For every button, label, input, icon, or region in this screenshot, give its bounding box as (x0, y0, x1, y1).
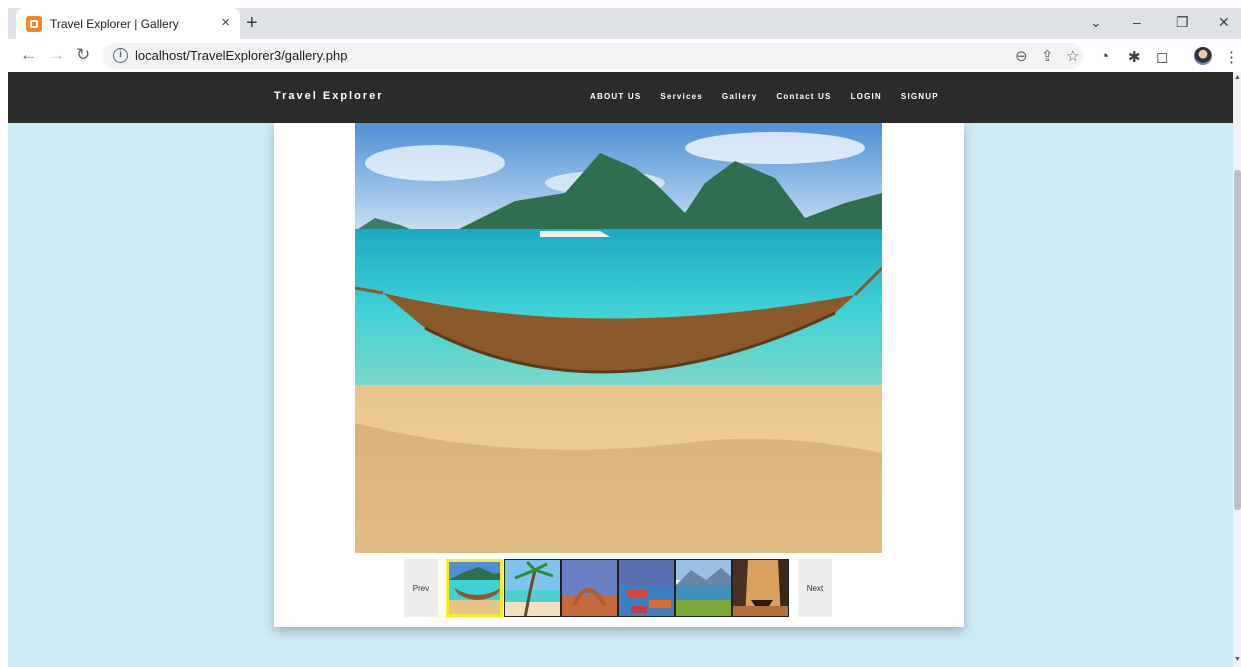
nav-contact-us[interactable]: Contact US (776, 92, 831, 101)
site-info-icon[interactable]: i (113, 48, 128, 63)
nav-services[interactable]: Services (660, 92, 703, 101)
next-button[interactable]: Next (798, 559, 832, 617)
menu-kebab-icon[interactable]: ⋮ (1224, 48, 1239, 66)
xampp-favicon-icon (26, 15, 42, 32)
reload-icon[interactable]: ↻ (76, 45, 90, 65)
site-brand[interactable]: Travel Explorer (274, 90, 384, 102)
browser-tab[interactable]: Travel Explorer | Gallery × (16, 8, 240, 39)
browser-toolbar: ← → ↻ i localhost/TravelExplorer3/galler… (8, 39, 1241, 72)
scroll-down-arrow-icon[interactable]: ▼ (1234, 656, 1241, 663)
thumbnail-palm-beach[interactable] (504, 559, 561, 617)
new-tab-button[interactable]: + (246, 12, 258, 34)
scrollbar-thumb[interactable] (1234, 170, 1241, 510)
main-gallery-image (355, 123, 882, 553)
side-panel-icon[interactable]: ◻ (1156, 48, 1168, 66)
nav-signup[interactable]: SIGNUP (901, 92, 939, 101)
thumbnail-hammock-beach[interactable] (446, 559, 503, 617)
forward-arrow-icon[interactable]: → (48, 45, 65, 65)
share-icon[interactable]: ⇪ (1041, 47, 1054, 65)
tab-close-icon[interactable]: × (221, 15, 230, 31)
nav-about-us[interactable]: ABOUT US (590, 92, 641, 101)
tab-search-icon[interactable]: ⌄ (1090, 14, 1102, 31)
minimize-button[interactable]: – (1133, 14, 1141, 30)
thumbnail-boats-harbor[interactable] (618, 559, 675, 617)
bookmark-star-icon[interactable]: ☆ (1066, 47, 1079, 65)
browser-tab-strip: Travel Explorer | Gallery × + ⌄ – ❐ ✕ (8, 8, 1241, 39)
thumbnail-boat-cliffs[interactable] (732, 559, 789, 617)
extension-speed-icon[interactable]: ◔ (1100, 48, 1109, 65)
extensions-puzzle-icon[interactable]: ✱ (1128, 48, 1141, 66)
thumbnail-mountain-lake[interactable] (675, 559, 732, 617)
profile-avatar[interactable] (1194, 47, 1212, 65)
prev-button[interactable]: Prev (404, 559, 438, 617)
restore-button[interactable]: ❐ (1176, 14, 1189, 31)
scroll-up-arrow-icon[interactable]: ▲ (1234, 74, 1241, 81)
close-window-button[interactable]: ✕ (1218, 14, 1230, 31)
thumbnail-arch-rock[interactable] (561, 559, 618, 617)
nav-gallery[interactable]: Gallery (722, 92, 758, 101)
address-bar[interactable]: i localhost/TravelExplorer3/gallery.php … (103, 43, 1083, 69)
page-viewport: Travel Explorer ABOUT US Services Galler… (8, 72, 1233, 667)
zoom-icon[interactable]: ⊖ (1015, 47, 1028, 65)
site-navbar: Travel Explorer ABOUT US Services Galler… (8, 72, 1233, 123)
tab-title: Travel Explorer | Gallery (50, 16, 179, 31)
nav-login[interactable]: LOGIN (851, 92, 882, 101)
url-text[interactable]: localhost/TravelExplorer3/gallery.php (135, 48, 347, 63)
site-menu: ABOUT US Services Gallery Contact US LOG… (590, 92, 958, 101)
back-arrow-icon[interactable]: ← (20, 45, 37, 65)
gallery-card: Prev Next (274, 123, 964, 627)
document-margin (0, 0, 1241, 8)
